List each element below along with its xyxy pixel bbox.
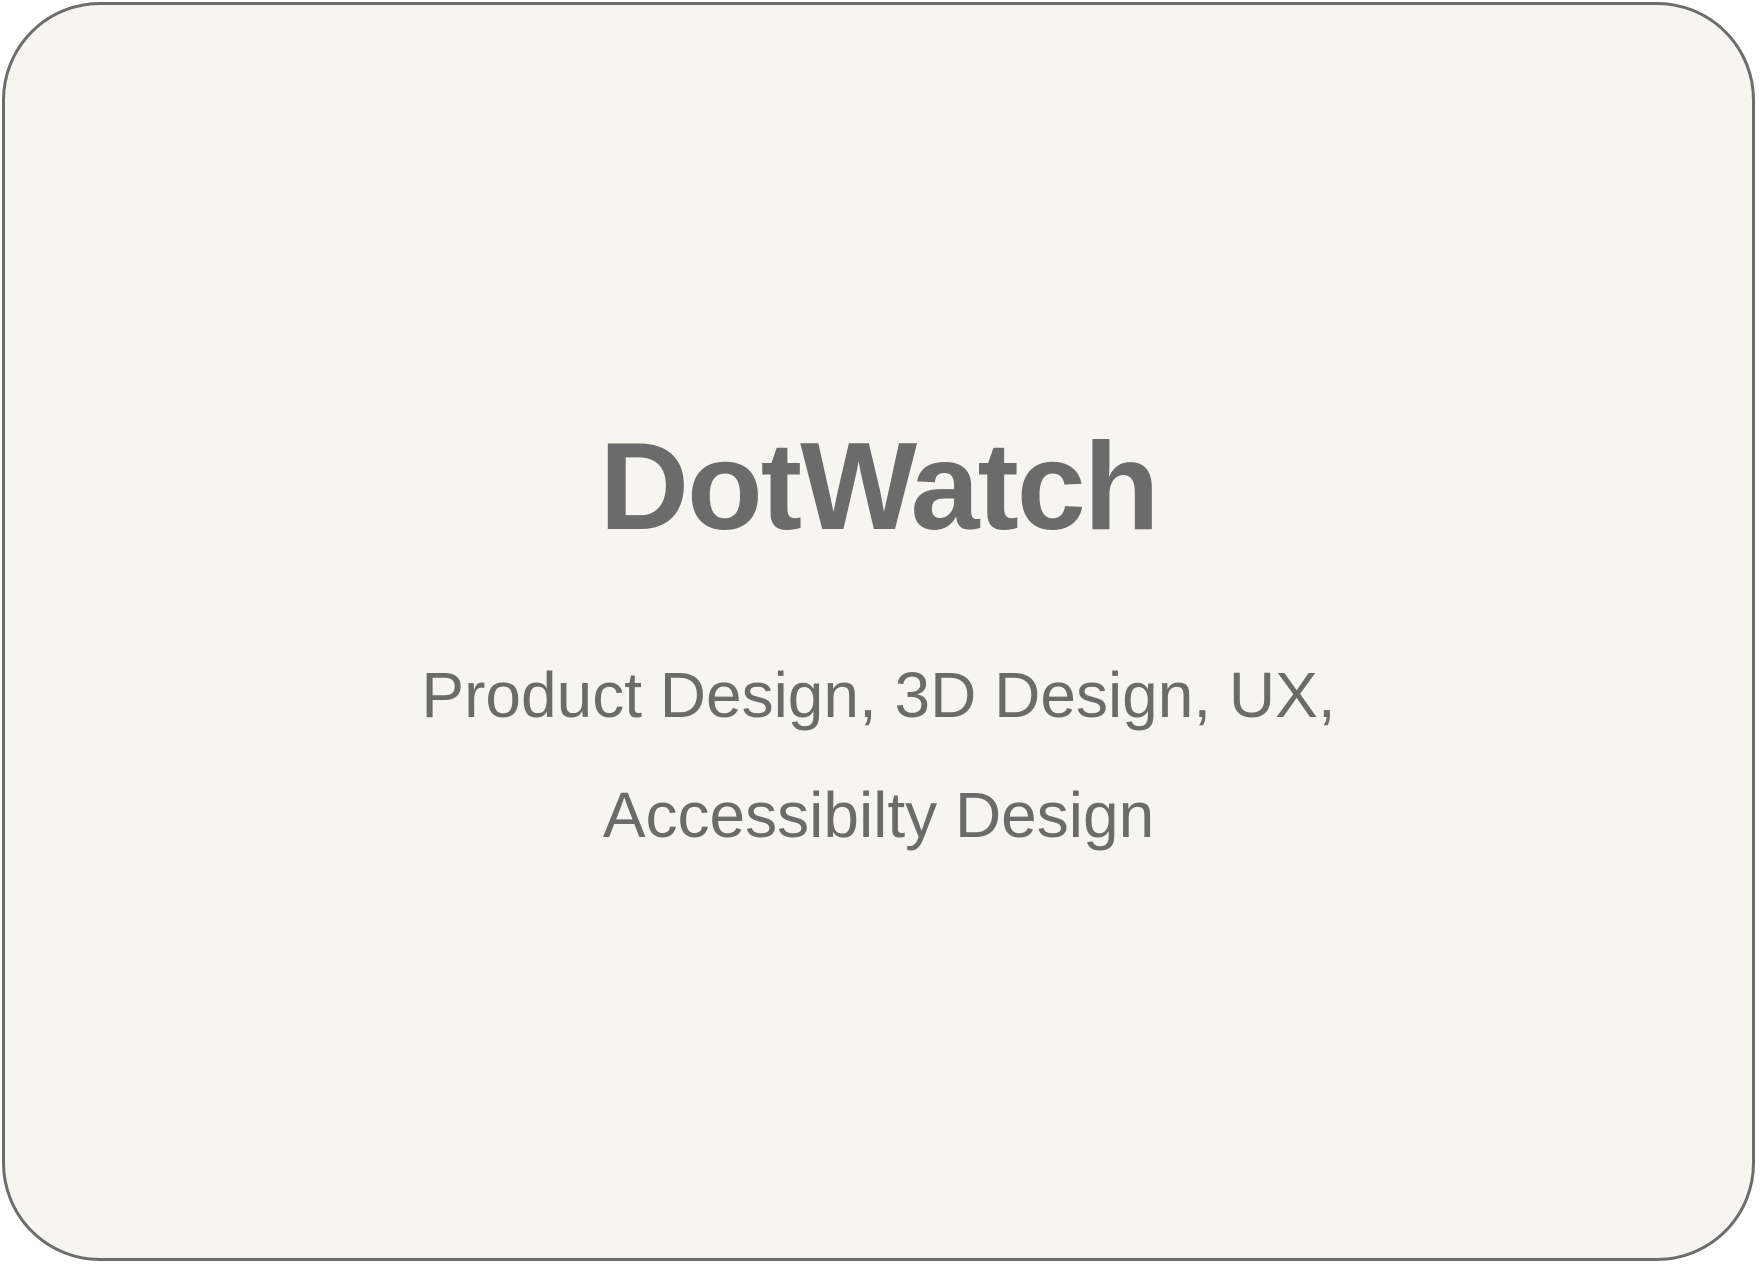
project-tags-line-1: Product Design, 3D Design, UX, bbox=[421, 659, 1336, 731]
project-card[interactable]: DotWatch Product Design, 3D Design, UX, … bbox=[2, 2, 1755, 1261]
project-title: DotWatch bbox=[599, 418, 1160, 556]
project-card-content: DotWatch Product Design, 3D Design, UX, … bbox=[5, 5, 1752, 1258]
project-tags: Product Design, 3D Design, UX, Accessibi… bbox=[5, 635, 1752, 875]
project-tags-line-2: Accessibilty Design bbox=[602, 779, 1155, 851]
